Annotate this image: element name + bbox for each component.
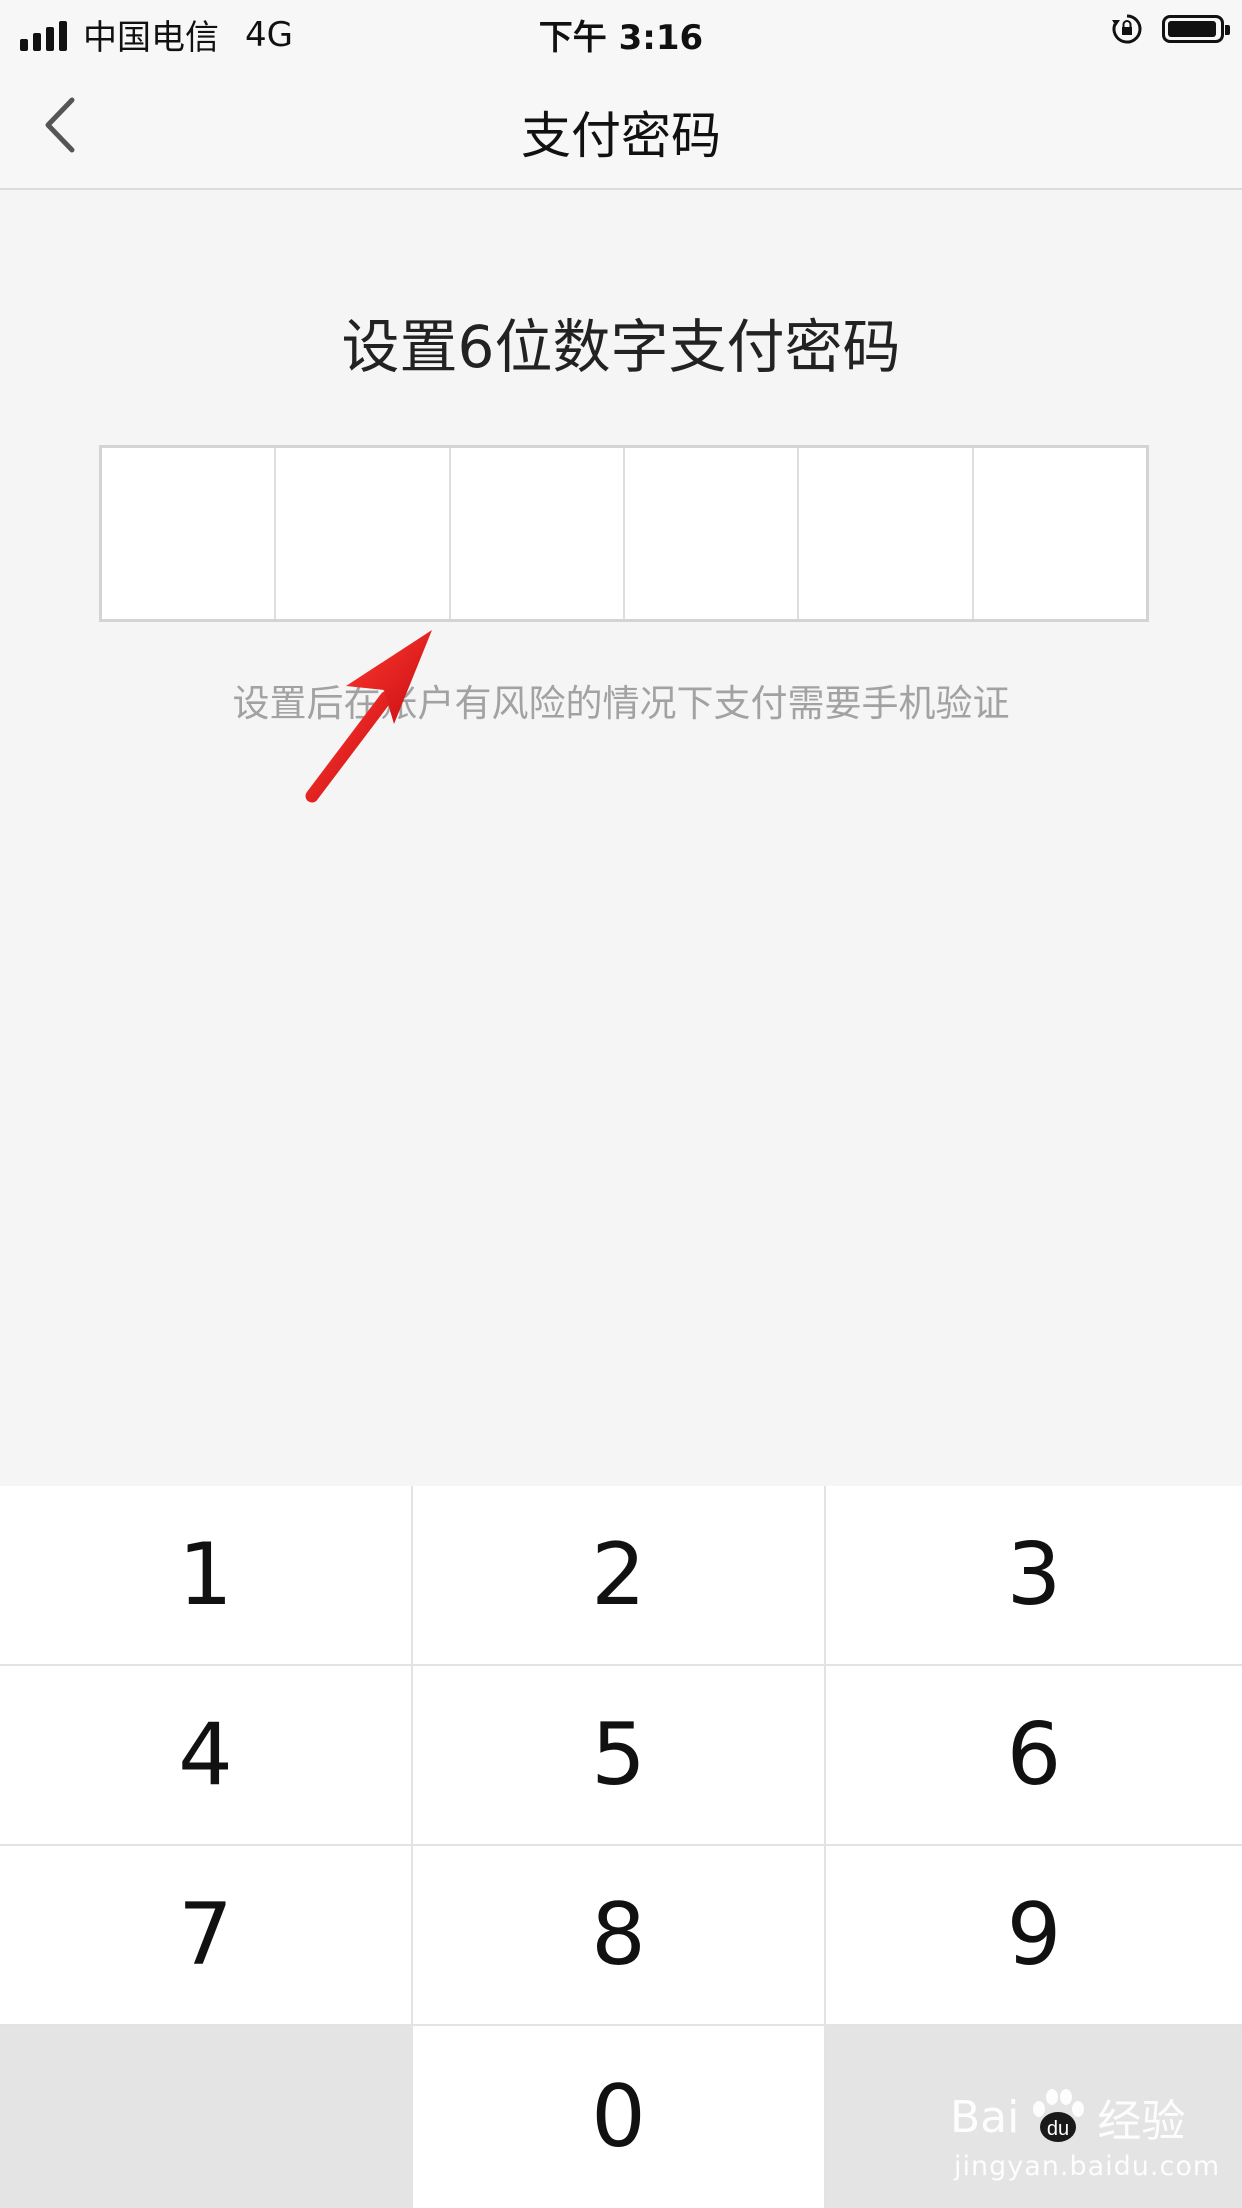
paw-logo-icon: du	[1033, 2089, 1085, 2142]
status-bar: 中国电信 4G 下午 3:16	[0, 0, 1242, 62]
svg-text:du: du	[1047, 2118, 1069, 2140]
key-9[interactable]: 9	[826, 1846, 1242, 2026]
key-2[interactable]: 2	[413, 1486, 826, 1666]
status-right	[1110, 12, 1230, 46]
page-title: 支付密码	[521, 107, 721, 165]
key-0[interactable]: 0	[413, 2026, 826, 2208]
key-4[interactable]: 4	[0, 1666, 413, 1846]
key-6[interactable]: 6	[826, 1666, 1242, 1846]
key-3[interactable]: 3	[826, 1486, 1242, 1666]
pin-digit-box	[799, 448, 974, 619]
nav-bar: 支付密码	[0, 62, 1242, 190]
annotation-arrow-icon	[305, 630, 432, 803]
pin-digit-box	[625, 448, 800, 619]
key-1[interactable]: 1	[0, 1486, 413, 1666]
pin-digit-box	[451, 448, 625, 619]
key-blank	[0, 2026, 413, 2208]
watermark-logo-text: Bai	[950, 2091, 1020, 2143]
pin-digit-box	[974, 448, 1146, 619]
orientation-lock-icon	[1112, 14, 1142, 44]
watermark-url: jingyan.baidu.com	[954, 2151, 1221, 2182]
pin-digit-box	[102, 448, 277, 619]
key-7[interactable]: 7	[0, 1846, 413, 2026]
status-time: 下午 3:16	[538, 18, 704, 58]
watermark-logo-text2: 经验	[1097, 2096, 1186, 2147]
baidu-jingyan-watermark: Bai du 经验 jingyan.baidu.com	[950, 2085, 1230, 2195]
pin-input[interactable]	[99, 445, 1149, 622]
key-5[interactable]: 5	[413, 1666, 826, 1846]
pin-digit-box	[276, 448, 451, 619]
pin-prompt: 设置6位数字支付密码	[341, 313, 901, 381]
key-8[interactable]: 8	[413, 1846, 826, 2026]
battery-icon	[1162, 15, 1230, 43]
pin-hint: 设置后在账户有风险的情况下支付需要手机验证	[232, 682, 1010, 725]
